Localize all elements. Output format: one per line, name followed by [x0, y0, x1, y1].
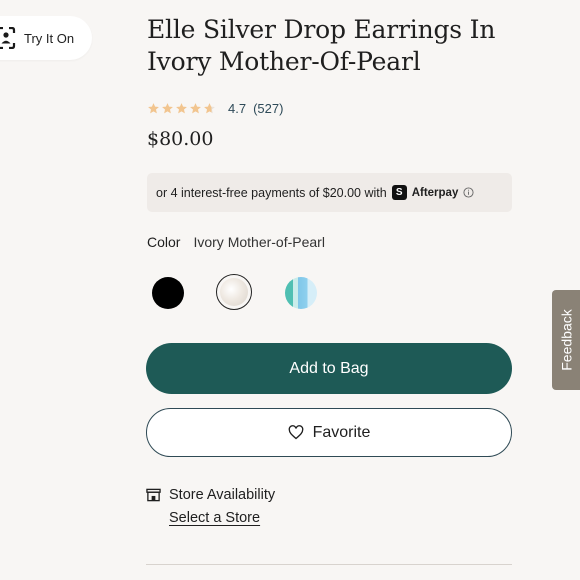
info-icon[interactable]: [463, 187, 474, 198]
afterpay-brand: Afterpay: [411, 186, 459, 199]
divider: [146, 564, 512, 565]
star-icon: [176, 102, 187, 113]
star-icon: [162, 102, 173, 113]
store-icon: [146, 488, 161, 502]
try-it-on-label: Try It On: [24, 30, 75, 46]
try-it-on-button[interactable]: Try It On: [0, 16, 92, 60]
color-label: Color: [147, 234, 181, 250]
feedback-label: Feedback: [559, 309, 576, 371]
store-availability: Store Availability: [146, 487, 275, 503]
review-count[interactable]: (527): [253, 101, 283, 116]
feedback-tab[interactable]: Feedback: [552, 290, 580, 390]
selected-color-name: Ivory Mother-of-Pearl: [193, 234, 325, 250]
swatch-ivory-mother-of-pearl[interactable]: [220, 278, 248, 306]
rating-value: 4.7: [228, 100, 247, 116]
star-rating: [147, 102, 216, 115]
afterpay-text: or 4 interest-free payments of $20.00 wi…: [156, 185, 387, 200]
star-icon: [148, 102, 159, 113]
face-scan-icon: [0, 27, 16, 49]
store-availability-label: Store Availability: [169, 487, 276, 503]
swatch-black[interactable]: [152, 277, 184, 309]
favorite-label: Favorite: [312, 423, 371, 441]
product-title: Elle Silver Drop Earrings In Ivory Mothe…: [147, 15, 496, 76]
star-icon: [190, 102, 201, 113]
color-selection-row: Color Ivory Mother-of-Pearl: [147, 234, 325, 250]
heart-icon: [288, 425, 303, 440]
swatch-aqua[interactable]: [285, 277, 317, 309]
product-rating[interactable]: 4.7 (527): [147, 98, 283, 118]
afterpay-banner: or 4 interest-free payments of $20.00 wi…: [147, 173, 512, 212]
select-store-link[interactable]: Select a Store: [169, 510, 260, 526]
afterpay-logo-icon: S: [391, 185, 407, 200]
favorite-button[interactable]: Favorite: [146, 408, 512, 457]
add-to-bag-button[interactable]: Add to Bag: [146, 343, 512, 394]
product-price: $80.00: [147, 128, 214, 150]
star-half-icon: [204, 102, 215, 113]
